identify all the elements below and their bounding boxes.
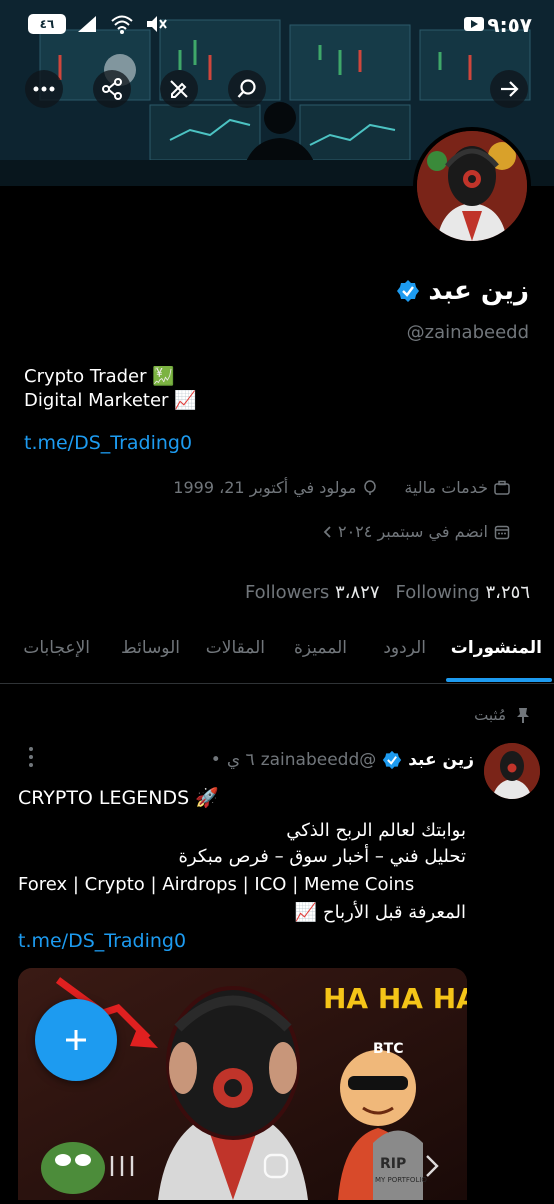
post-line-2: تحليل فني – أخبار سوق – فرص مبكرة (178, 846, 467, 867)
profile-tabs: المنشورات الردود المميزة المقالات الوسائ… (0, 628, 554, 684)
nav-bar-graphics (110, 1153, 439, 1179)
profile-joined: انضم في سبتمبر ٢٠٢٤ (337, 522, 488, 541)
post-header: زين عبد @zainabeedd ٦ ي • (211, 750, 474, 770)
cellular-signal-icon (78, 16, 96, 32)
bio-line-1: Crypto Trader 💹 (24, 366, 175, 387)
tab-likes[interactable]: الإعجابات (23, 638, 90, 658)
post-line-4: المعرفة قبل الأرباح 📈 (294, 902, 466, 923)
mute-icon (147, 16, 167, 32)
chevron-left-icon (323, 525, 331, 538)
more-dots-icon (33, 86, 55, 92)
media-haha-text: HA HA HA! (323, 982, 467, 1015)
post-link[interactable]: t.me/DS_Trading0 (18, 930, 186, 952)
verified-badge-icon (383, 750, 402, 770)
follow-stats: Followers ٣،٨٢٧ Following ٣،٢٥٦ (245, 582, 530, 603)
recent-apps-icon (110, 1156, 134, 1176)
active-tab-indicator (446, 678, 552, 682)
post-title: CRYPTO LEGENDS 🚀 (18, 787, 219, 809)
separator-dot: • (210, 750, 221, 770)
system-navigation-bar (0, 1136, 554, 1200)
post-line-3: Forex | Crypto | Airdrops | ICO | Meme C… (18, 874, 415, 895)
youtube-notification-icon (464, 17, 484, 31)
profile-birthday: مولود في أكتوبر 21، 1999 (173, 478, 357, 497)
pinned-label: مُثبت (474, 706, 506, 724)
tab-highlights[interactable]: المميزة (294, 638, 347, 658)
profile-joined-row[interactable]: انضم في سبتمبر ٢٠٢٤ (322, 522, 510, 541)
followers-label: Followers (244, 582, 330, 603)
search-button[interactable] (228, 70, 266, 108)
status-bar: ٤٦ ٩:٥٧ (0, 0, 554, 50)
home-icon (263, 1153, 289, 1179)
post-time: ٦ ي (226, 750, 255, 770)
tab-media[interactable]: الوسائط (121, 638, 180, 658)
mute-account-button[interactable] (160, 70, 198, 108)
post-avatar-image (484, 743, 540, 799)
wifi-icon (111, 15, 133, 34)
profile-meta-row: خدمات مالية مولود في أكتوبر 21، 1999 (173, 478, 510, 497)
following-label: Following (395, 582, 480, 603)
post-avatar[interactable] (484, 743, 540, 799)
search-icon (237, 79, 256, 98)
post-more-button[interactable] (28, 746, 34, 768)
tab-replies[interactable]: الردود (383, 638, 426, 658)
profile-category[interactable]: خدمات مالية (404, 478, 488, 497)
post-author-handle: @zainabeedd (260, 750, 377, 770)
more-options-button[interactable] (25, 70, 63, 108)
pin-icon (517, 708, 529, 723)
profile-avatar[interactable] (413, 127, 531, 245)
tab-articles[interactable]: المقالات (206, 638, 265, 658)
profile-handle: @zainabeedd (406, 322, 529, 343)
status-time: ٩:٥٧ (487, 13, 532, 37)
post-line-1: بوابتك لعالم الربح الذكي (286, 820, 466, 841)
followers-count: ٣،٨٢٧ (335, 582, 380, 603)
briefcase-icon (494, 480, 510, 495)
edit-slash-icon (170, 80, 188, 98)
profile-name: زين عبد (428, 276, 529, 306)
tab-posts[interactable]: المنشورات (451, 638, 542, 658)
balloon-icon (364, 479, 377, 495)
plus-icon (66, 1030, 86, 1050)
calendar-icon (494, 525, 510, 539)
profile-name-row: زين عبد (396, 276, 529, 306)
profile-bio: Crypto Trader 💹 Digital Marketer 📈 (24, 365, 197, 413)
share-button[interactable] (93, 70, 131, 108)
followers-link[interactable]: Followers ٣،٨٢٧ (245, 582, 380, 603)
post-author-name[interactable]: زين عبد (408, 750, 474, 770)
bio-line-2: Digital Marketer 📈 (24, 390, 197, 411)
back-button[interactable] (490, 70, 528, 108)
compose-post-button[interactable] (35, 999, 117, 1081)
following-link[interactable]: Following ٣،٢٥٦ (395, 582, 530, 603)
back-nav-icon (426, 1155, 439, 1177)
arrow-right-icon (501, 81, 519, 97)
verified-badge-icon[interactable] (396, 279, 420, 303)
following-count: ٣،٢٥٦ (485, 582, 530, 603)
battery-icon: ٤٦ (28, 14, 66, 34)
vertical-dots-icon (29, 747, 33, 767)
avatar-image (417, 131, 527, 241)
profile-website-link[interactable]: t.me/DS_Trading0 (24, 432, 192, 454)
share-icon (102, 78, 122, 100)
media-btc-text: BTC (373, 1041, 404, 1057)
